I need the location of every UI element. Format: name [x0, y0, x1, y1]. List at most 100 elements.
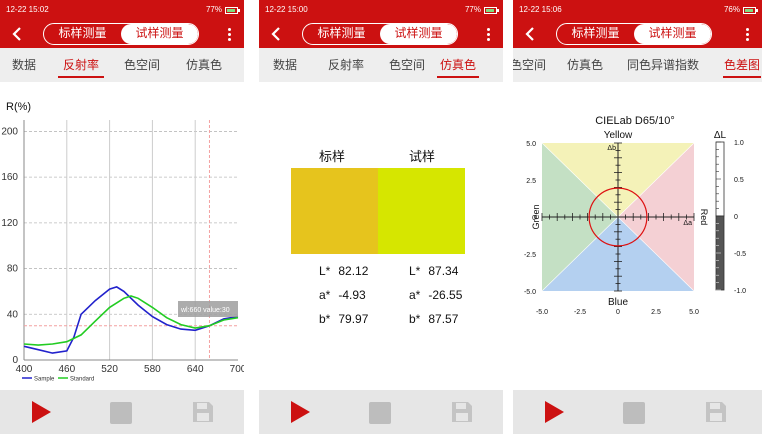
y-tick-label: 200 — [1, 126, 18, 137]
section-tabs: 数据 反射率 色空间 仿真色 — [259, 48, 503, 82]
delta-L-bar: ΔL 1.0 0.5 0 -0.5 -1.0 — [714, 130, 746, 295]
standard-L-row: L* 82.12 — [319, 264, 368, 278]
standard-L-value: 82.12 — [338, 264, 369, 278]
hover-tooltip: wl:660 value:30 — [178, 301, 238, 317]
stop-icon[interactable] — [369, 402, 391, 424]
save-icon[interactable] — [192, 401, 214, 423]
yellow-label: Yellow — [604, 130, 633, 141]
more-menu-icon[interactable] — [746, 28, 750, 42]
x-tick-label: 700 — [230, 364, 244, 375]
phone-simulated-color: 12-22 15:00 77% 标样测量 试样测量 数据 反射率 色空间 仿真色… — [259, 0, 503, 434]
save-icon[interactable] — [705, 401, 727, 423]
start-measure-icon[interactable] — [543, 400, 565, 424]
section-tabs: 色空间 仿真色 同色异谱指数 色差图 — [513, 48, 762, 82]
battery-indicator: 76% — [724, 0, 758, 20]
tab-reflectance[interactable]: 反射率 — [58, 48, 104, 82]
delta-L-tick-label: 1.0 — [734, 140, 744, 147]
delta-L-tick-label: -1.0 — [734, 288, 746, 295]
save-icon[interactable] — [451, 401, 473, 423]
x-tick-label: 580 — [144, 364, 161, 375]
stop-icon[interactable] — [110, 402, 132, 424]
tab-data[interactable]: 数据 — [265, 48, 305, 82]
x-tick-label: 640 — [187, 364, 204, 375]
x-tick-label: 400 — [16, 364, 33, 375]
b-label: b* — [409, 312, 421, 326]
trial-measure-tab[interactable]: 试样测量 — [380, 24, 457, 44]
b-tick-label: -2.5 — [524, 252, 536, 259]
trial-measure-tab[interactable]: 试样测量 — [121, 24, 198, 44]
more-menu-icon[interactable] — [228, 28, 232, 42]
tab-data[interactable]: 数据 — [4, 48, 44, 82]
y-tick-label: 80 — [7, 264, 19, 275]
tab-color-difference[interactable]: 色差图 — [723, 48, 761, 82]
phone-reflectance: 12-22 15:02 77% 标样测量 试样测量 数据 反射率 色空间 仿真色… — [0, 0, 244, 434]
reflectance-chart: R(%) 04080120160200400 460 520 580 640 700 wl… — [1, 101, 244, 383]
trial-measure-tab[interactable]: 试样测量 — [634, 24, 711, 44]
tab-simulated-color[interactable]: 仿真色 — [180, 48, 228, 82]
more-menu-icon[interactable] — [487, 28, 491, 42]
standard-measure-tab[interactable]: 标样测量 — [557, 24, 634, 44]
status-time: 12-22 15:02 — [6, 5, 49, 14]
delta-b-label: Δb — [607, 145, 616, 152]
b-tick-label: 0 — [532, 215, 536, 222]
tab-reflectance[interactable]: 反射率 — [323, 48, 369, 82]
tab-color-space[interactable]: 色空间 — [383, 48, 431, 82]
battery-icon — [225, 6, 240, 14]
trial-b-row: b* 87.57 — [409, 312, 458, 326]
back-arrow-icon[interactable] — [269, 26, 285, 42]
a-tick-label: 2.5 — [651, 309, 661, 316]
standard-a-row: a* -4.93 — [319, 288, 366, 302]
trial-color-swatch — [378, 168, 465, 254]
chart-grid — [23, 120, 238, 361]
status-bar: 12-22 15:06 76% — [513, 0, 762, 20]
b-tick-label: 5.0 — [526, 141, 536, 148]
legend-standard-label: Standard — [70, 377, 94, 383]
y-axis-label: R(%) — [6, 101, 31, 113]
tab-simulated-color[interactable]: 仿真色 — [565, 48, 605, 82]
delta-L-tick-label: 0.5 — [734, 177, 744, 184]
a-tick-label: -2.5 — [574, 309, 586, 316]
start-measure-icon[interactable] — [30, 400, 52, 424]
back-arrow-icon[interactable] — [523, 26, 539, 42]
y-tick-label: 160 — [1, 172, 18, 183]
simulated-color-content: 标样 试样 L* 82.12 a* -4.93 b* 79.97 L* 87.3… — [259, 82, 503, 390]
app-bar: 标样测量 试样测量 — [259, 20, 503, 48]
tab-metamerism-index[interactable]: 同色异谱指数 — [625, 48, 701, 82]
reflectance-content: R(%) 0 40 80 120 160 200 400 460 520 580 640 700 wl… — [0, 82, 244, 390]
standard-b-value: 79.97 — [338, 312, 369, 326]
measure-mode-toggle: 标样测量 试样测量 — [556, 23, 712, 45]
bottom-toolbar — [0, 390, 244, 434]
chart-series — [23, 286, 239, 354]
chart-ticks: 04080120160200400 460 520 580 640 700 — [1, 126, 244, 375]
trial-title: 试样 — [409, 149, 436, 164]
battery-indicator: 77% — [465, 0, 499, 20]
tab-simulated-color[interactable]: 仿真色 — [437, 48, 479, 82]
stop-icon[interactable] — [623, 402, 645, 424]
delta-L-tick-label: -0.5 — [734, 251, 746, 258]
bottom-toolbar — [513, 390, 762, 434]
trial-a-row: a* -26.55 — [409, 288, 462, 302]
standard-title: 标样 — [319, 149, 346, 164]
trial-a-value: -26.55 — [428, 288, 463, 302]
tab-color-space[interactable]: 色空间 — [118, 48, 166, 82]
bottom-toolbar — [259, 390, 503, 434]
x-tick-label: 460 — [58, 364, 75, 375]
start-measure-icon[interactable] — [289, 400, 311, 424]
phone-color-difference: 12-22 15:06 76% 标样测量 试样测量 色空间 仿真色 同色异谱指数… — [513, 0, 762, 434]
screenshot-stage: 12-22 15:02 77% 标样测量 试样测量 数据 反射率 色空间 仿真色… — [0, 0, 762, 434]
back-arrow-icon[interactable] — [10, 26, 26, 42]
standard-measure-tab[interactable]: 标样测量 — [44, 24, 121, 44]
L-label: L* — [409, 264, 421, 278]
section-tabs: 数据 反射率 色空间 仿真色 — [0, 48, 244, 82]
standard-b-row: b* 79.97 — [319, 312, 368, 326]
legend: Sample Standard — [22, 377, 94, 383]
measure-mode-toggle: 标样测量 试样测量 — [43, 23, 199, 45]
battery-indicator: 77% — [205, 0, 240, 20]
trial-L-row: L* 87.34 — [409, 264, 458, 278]
app-bar: 标样测量 试样测量 — [0, 20, 244, 48]
battery-percent: 77% — [205, 5, 222, 14]
standard-measure-tab[interactable]: 标样测量 — [303, 24, 380, 44]
color-difference-content: CIELab D65/10° Yellow Blue Δb Δa Green Red 5.0… — [513, 82, 762, 390]
trial-b-value: 87.57 — [428, 312, 459, 326]
tab-color-space[interactable]: 色空间 — [513, 48, 547, 82]
